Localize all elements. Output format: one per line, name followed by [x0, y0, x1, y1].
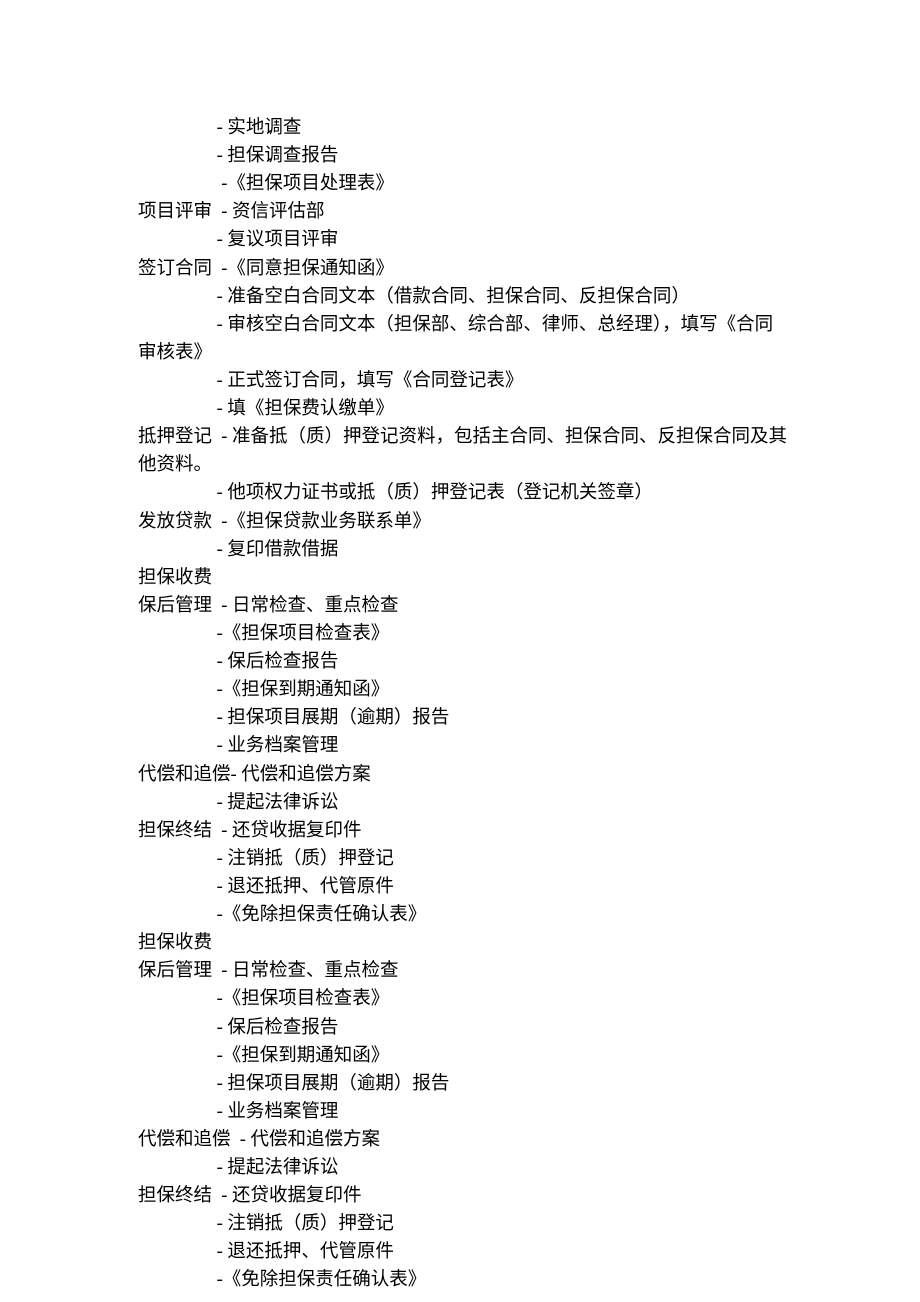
document-body: - 实地调查 - 担保调查报告 -《担保项目处理表》 项目评审 - 资信评估部 …: [138, 114, 790, 1295]
